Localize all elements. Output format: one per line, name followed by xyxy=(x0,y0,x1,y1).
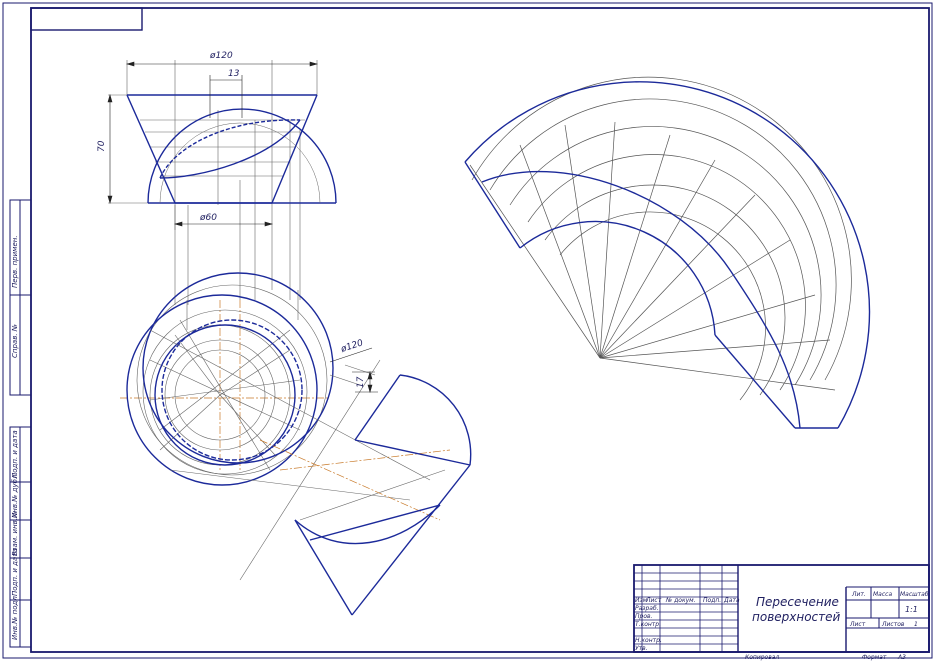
tb-col-data: Дата xyxy=(723,597,740,604)
tb-row-prov: Пров. xyxy=(635,613,653,620)
development-view xyxy=(464,76,871,429)
tb-copied-label: Копировал xyxy=(745,654,779,661)
tb-format-value: А3 xyxy=(897,654,906,661)
tb-sheet-label: Лист xyxy=(849,621,866,628)
top-view xyxy=(120,272,334,486)
tb-mass-label: Масса xyxy=(873,591,892,598)
front-view-dimensions: ø120 13 70 ø60 xyxy=(97,51,240,223)
auxiliary-view-dimensions: ø120 17 xyxy=(339,338,366,388)
side-label-inv-dubl: Инв.№ дубл. xyxy=(11,472,19,518)
drawing-title-line1: Пересечение xyxy=(756,595,839,609)
side-label-podp-data-2: Подп. и дата xyxy=(11,430,19,478)
drawing-sheet: Инв.№ подл. Подп. и дата Взам. инв.№ Инв… xyxy=(2,2,933,661)
stamp-top-left xyxy=(30,7,143,31)
tb-col-dokum: № докум. xyxy=(665,597,696,604)
side-label-sprav: Справ. № xyxy=(11,324,19,358)
tb-sheets-label: Листов xyxy=(881,621,905,628)
tb-row-nkontr: Н.контр. xyxy=(635,637,662,644)
dim-plan-offset: 17 xyxy=(356,376,366,388)
auxiliary-view xyxy=(149,329,472,616)
tb-sheets-value: 1 xyxy=(914,621,918,628)
front-view xyxy=(107,60,337,305)
dim-plan-diameter: ø120 xyxy=(339,338,365,355)
side-label-inv-podl: Инв.№ подл. xyxy=(11,594,19,640)
tb-col-podp: Подп. xyxy=(703,597,721,604)
dim-offset: 13 xyxy=(228,69,240,79)
dim-outer-diameter: ø120 xyxy=(209,51,233,61)
side-label-perv-primen: Перв. примен. xyxy=(11,235,19,288)
drawing-title-line2: поверхностей xyxy=(752,610,841,624)
tb-lit-label: Лит. xyxy=(851,591,866,598)
tb-row-razrab: Разраб. xyxy=(635,605,659,612)
dim-inner-diameter: ø60 xyxy=(199,213,217,223)
title-block-text: Изм Лист № докум. Подп. Дата Разраб. Про… xyxy=(635,591,929,661)
tb-format-label: Формат xyxy=(862,654,887,661)
dim-height: 70 xyxy=(97,140,107,152)
side-stamp-labels: Инв.№ подл. Подп. и дата Взам. инв.№ Инв… xyxy=(11,235,19,640)
tb-row-tkontr: Т.контр. xyxy=(635,621,661,628)
tb-scale-label: Масштаб xyxy=(900,591,929,598)
sheet-frame xyxy=(2,2,933,659)
tb-scale-value: 1:1 xyxy=(905,605,918,614)
tb-col-list: Лист xyxy=(645,597,662,604)
tb-row-utv: Утв. xyxy=(635,645,648,652)
